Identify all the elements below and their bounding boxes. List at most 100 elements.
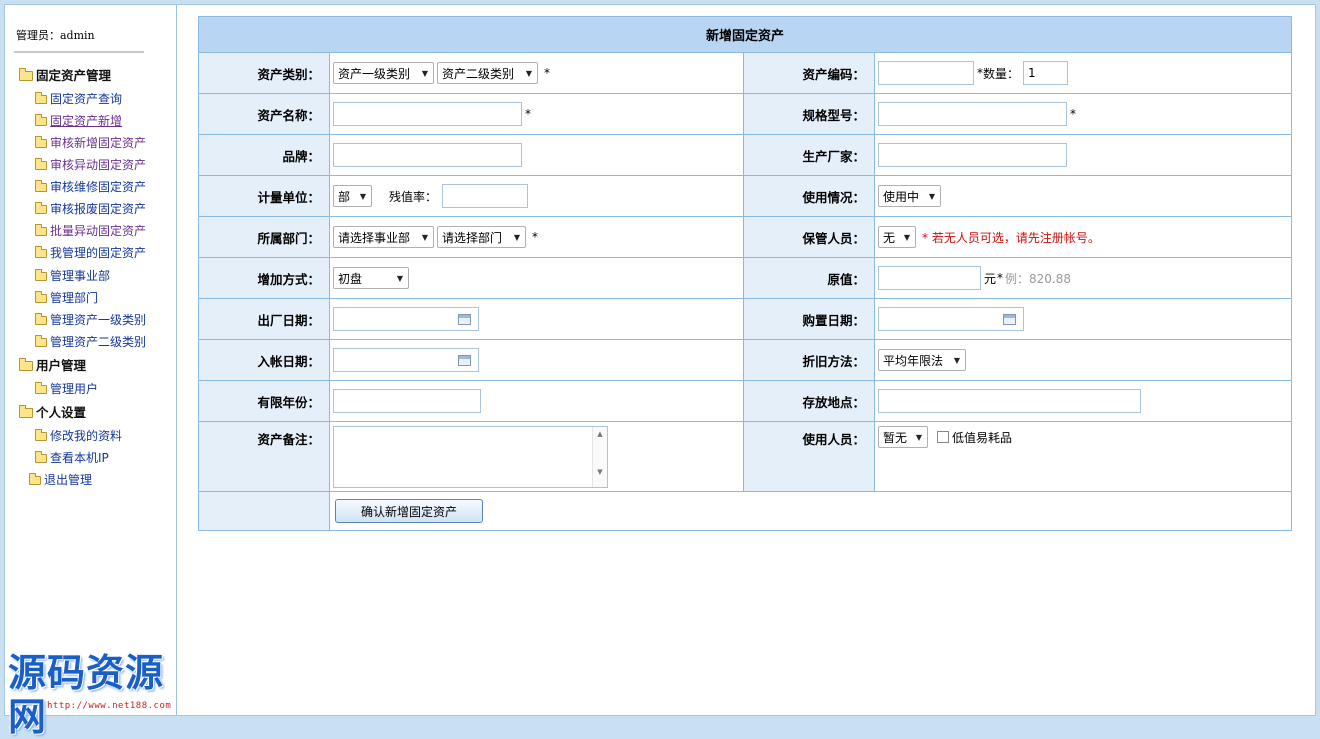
nav-item-my-assets[interactable]: 我管理的固定资产 [35,245,146,261]
calendar-icon[interactable] [458,313,471,325]
location-input[interactable] [878,389,1141,413]
nav-item-label: 固定资产查询 [50,92,123,106]
location-label: 存放地点： [743,380,875,422]
folder-icon [35,312,47,325]
folder-open-icon [19,68,33,81]
quantity-input[interactable]: 1 [1023,61,1069,85]
nav-item-asset-add[interactable]: 固定资产新增 [35,113,122,129]
folder-open-icon [19,358,33,371]
required-mark: * [532,230,538,244]
department-label: 所属部门： [198,216,330,258]
asset-name-input[interactable] [333,102,522,126]
usage-status-select[interactable]: 使用中 ▼ [878,185,941,207]
calendar-icon[interactable] [458,354,471,366]
scroll-up-icon[interactable]: ▲ [593,430,607,438]
nav-item-batch-transfer[interactable]: 批量异动固定资产 [35,223,146,239]
dropdown-arrow-icon: ▼ [903,232,910,242]
asset-form: 新增固定资产 资产类别： 资产一级类别 ▼ 资产二级类别 ▼ * 资产编码： * 数… [197,16,1293,531]
folder-icon [35,334,47,347]
original-value-label: 原值： [743,257,875,299]
nav-group-asset-management[interactable]: 固定资产管理 [19,68,111,84]
asset-category2-select[interactable]: 资产二级类别 ▼ [437,62,538,84]
folder-icon [35,245,47,258]
user-label: 使用人员： [743,421,875,492]
nav-item-label: 管理用户 [50,382,99,396]
folder-icon [35,223,47,236]
quantity-label: 数量： [983,66,1020,81]
remark-textarea[interactable]: ▲ ▼ [333,426,608,488]
purchase-date-label: 购置日期： [743,298,875,340]
purchase-date-input[interactable] [878,307,1024,331]
consumable-label: 低值易耗品 [952,430,1013,445]
dropdown-arrow-icon: ▼ [915,432,922,442]
account-date-label: 入帐日期： [198,339,330,381]
residual-rate-label: 残值率： [389,189,438,204]
folder-icon [35,428,47,441]
folder-icon [35,179,47,192]
nav-item-manage-category1[interactable]: 管理资产一级类别 [35,312,146,328]
nav-item-asset-query[interactable]: 固定资产查询 [35,91,122,107]
nav-item-review-repair[interactable]: 审核维修固定资产 [35,179,146,195]
nav-item-label: 审核异动固定资产 [50,158,147,172]
brand-input[interactable] [333,143,522,167]
sidebar: 管理员：admin 固定资产管理 固定资产查询 固定资产新增 审核新增固定资产 … [5,5,177,739]
required-mark: * [544,66,550,80]
unit-select[interactable]: 部 ▼ [333,185,372,207]
asset-category1-select[interactable]: 资产一级类别 ▼ [333,62,434,84]
nav-group-label: 个人设置 [36,405,87,420]
add-method-select[interactable]: 初盘 ▼ [333,267,409,289]
factory-date-input[interactable] [333,307,479,331]
nav-item-review-transfer[interactable]: 审核异动固定资产 [35,157,146,173]
folder-icon [35,91,47,104]
dropdown-arrow-icon: ▼ [421,232,428,242]
remark-scrollbar[interactable]: ▲ ▼ [592,427,607,487]
required-mark: * [525,107,531,121]
nav-item-manage-division[interactable]: 管理事业部 [35,268,110,284]
nav-item-label: 修改我的资料 [50,429,123,443]
nav-item-review-add[interactable]: 审核新增固定资产 [35,135,146,151]
nav-group-personal-settings[interactable]: 个人设置 [19,405,86,421]
nav-item-label: 审核新增固定资产 [50,136,147,150]
original-value-input[interactable] [878,266,981,290]
department-select[interactable]: 请选择部门 ▼ [437,226,526,248]
depreciation-select[interactable]: 平均年限法 ▼ [878,349,966,371]
nav-item-manage-category2[interactable]: 管理资产二级类别 [35,334,146,350]
scroll-down-icon[interactable]: ▼ [593,468,607,476]
custodian-select[interactable]: 无 ▼ [878,226,916,248]
nav-item-manage-department[interactable]: 管理部门 [35,290,98,306]
folder-icon [35,268,47,281]
asset-category-label: 资产类别： [198,52,330,94]
calendar-icon[interactable] [1003,313,1016,325]
app-frame: 管理员：admin 固定资产管理 固定资产查询 固定资产新增 审核新增固定资产 … [4,4,1316,739]
dropdown-arrow-icon: ▼ [359,191,366,201]
nav-item-logout[interactable]: 退出管理 [29,472,92,488]
original-value-hint: 例：820.88 [1005,271,1072,286]
nav-item-manage-users[interactable]: 管理用户 [35,381,98,397]
dropdown-arrow-icon: ▼ [953,355,960,365]
consumable-checkbox[interactable] [937,431,949,443]
usage-status-label: 使用情况： [743,175,875,217]
nav-item-review-scrap[interactable]: 审核报废固定资产 [35,201,146,217]
nav-item-label: 审核维修固定资产 [50,180,147,194]
division-select[interactable]: 请选择事业部 ▼ [333,226,434,248]
dropdown-arrow-icon: ▼ [928,191,935,201]
nav-item-view-ip[interactable]: 查看本机IP [35,450,109,466]
manufacturer-input[interactable] [878,143,1067,167]
factory-date-label: 出厂日期： [198,298,330,340]
useful-years-input[interactable] [333,389,481,413]
nav-item-edit-profile[interactable]: 修改我的资料 [35,428,122,444]
residual-rate-input[interactable] [442,184,529,208]
confirm-add-asset-button[interactable]: 确认新增固定资产 [335,499,483,523]
folder-icon [35,157,47,170]
asset-code-input[interactable] [878,61,974,85]
nav-group-label: 固定资产管理 [36,68,112,83]
nav-item-label: 查看本机IP [50,451,109,465]
required-mark: * [997,271,1004,285]
nav-item-label: 我管理的固定资产 [50,246,147,260]
nav-group-user-management[interactable]: 用户管理 [19,358,86,374]
dropdown-arrow-icon: ▼ [513,232,520,242]
admin-divider [14,51,144,53]
account-date-input[interactable] [333,348,479,372]
user-select[interactable]: 暂无 ▼ [878,426,928,448]
spec-model-input[interactable] [878,102,1067,126]
